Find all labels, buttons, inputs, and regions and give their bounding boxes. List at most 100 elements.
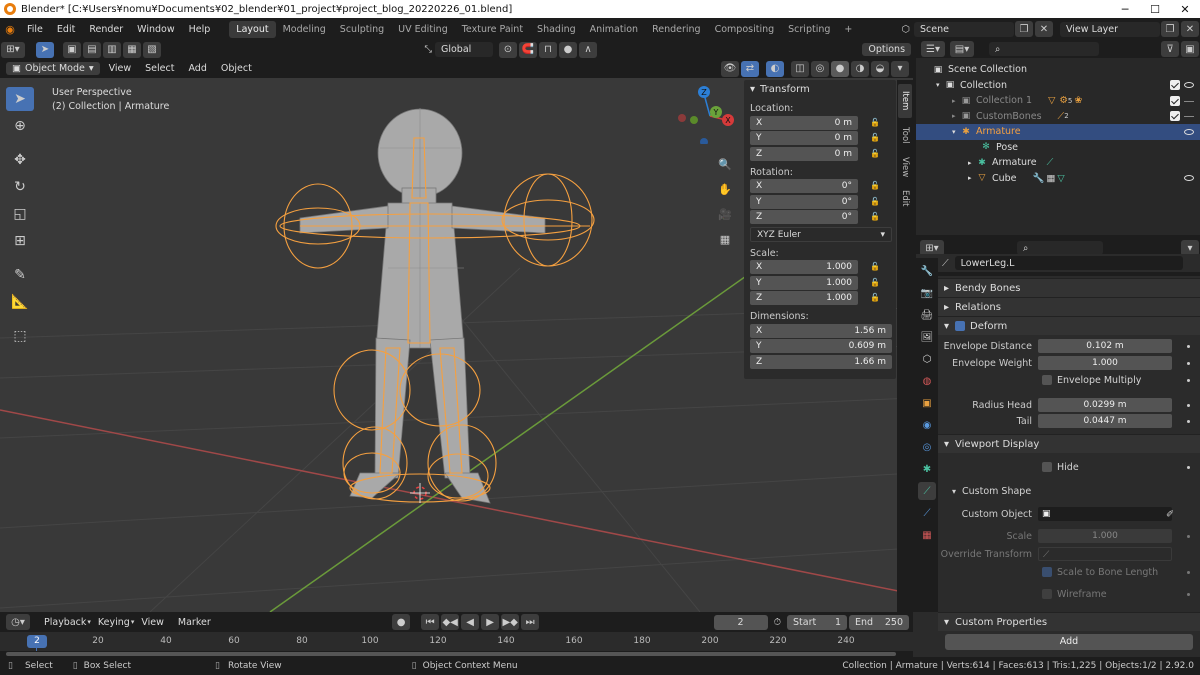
armature-data-tab-icon[interactable]: ✱ (918, 460, 936, 478)
playhead[interactable]: 2 (27, 635, 47, 648)
scale-y-field[interactable]: Y 1.000 (750, 275, 858, 290)
envelope-multiply-checkbox[interactable] (1042, 375, 1052, 385)
add-property-button[interactable]: Add (945, 634, 1193, 650)
outliner-row-armature-data[interactable]: ▸ ✱ Armature ⟋ (916, 155, 1200, 171)
outliner-row-collection-1[interactable]: ▸ ▣ Collection 1 ▽ ⚙ 5 ❀ (916, 93, 1200, 109)
lock-icon[interactable]: 🔓 (870, 293, 882, 303)
dimensions-x-field[interactable]: X 1.56 m (750, 323, 892, 338)
tool-tab-icon[interactable]: 🔧 (918, 262, 936, 280)
delete-scene-icon[interactable]: ✕ (1035, 21, 1053, 37)
minimize-button[interactable]: ─ (1110, 3, 1140, 16)
end-frame-field[interactable]: End 250 (849, 614, 909, 630)
render-tab-icon[interactable]: 📷 (918, 284, 936, 302)
exclude-checkbox[interactable] (1170, 80, 1180, 91)
properties-search-input[interactable]: ⌕ (1017, 241, 1103, 255)
new-view-layer-icon[interactable]: ❐ (1161, 21, 1179, 37)
override-transform-field[interactable]: ⟋ (1038, 547, 1172, 561)
texture-tab-icon[interactable]: ▦ (918, 526, 936, 544)
workspace-tab-scripting[interactable]: Scripting (781, 21, 837, 38)
mode-dropdown[interactable]: ▣ Object Mode ▾ (6, 62, 100, 75)
transform-orientation-dropdown[interactable]: Global (434, 42, 493, 57)
falloff-icon[interactable]: ∧ (578, 41, 597, 58)
play-reverse-icon[interactable]: ◀ (461, 614, 480, 630)
scene-tab-icon[interactable]: ⬡ (918, 350, 936, 368)
location-z-field[interactable]: Z0 m (750, 146, 858, 161)
scene-icon[interactable]: ⬡ (902, 24, 910, 35)
close-window-button[interactable]: ✕ (1170, 3, 1200, 16)
view-layer-field[interactable]: View Layer (1060, 21, 1160, 37)
view-layer-tab-icon[interactable]: 🖼 (918, 328, 936, 346)
dimensions-z-field[interactable]: Z 1.66 m (750, 354, 892, 369)
move-tool-icon[interactable]: ✥ (6, 148, 34, 172)
pan-hand-icon[interactable]: ✋ (714, 178, 736, 200)
exclude-checkbox[interactable] (1170, 111, 1180, 122)
overlay-toggle-icon[interactable]: ◐ (766, 60, 784, 77)
menu-window[interactable]: Window (130, 24, 181, 35)
scale-tool-icon[interactable]: ◱ (6, 202, 34, 226)
transform-panel-header[interactable]: ▾ Transform (744, 80, 896, 98)
viewport-menu-add[interactable]: Add (181, 63, 213, 74)
workspace-tab-sculpting[interactable]: Sculpting (333, 21, 391, 38)
tab-item[interactable]: Item (898, 84, 912, 118)
section-custom-properties[interactable]: ▾ Custom Properties (938, 612, 1200, 631)
rotate-tool-icon[interactable]: ↻ (6, 175, 34, 199)
shape-scale-field[interactable]: 1.000 (1038, 529, 1172, 543)
tab-edit[interactable]: Edit (898, 184, 912, 212)
rotation-y-field[interactable]: Y 0° (750, 194, 858, 209)
timeline[interactable]: 2 20 40 60 80 100 120 140 160 180 200 220 240 (0, 632, 913, 657)
proportional-edit-icon[interactable]: ● (558, 41, 577, 58)
ortho-grid-icon[interactable]: ▦ (714, 228, 736, 250)
editor-type-icon[interactable]: ⊞▾ (1, 41, 25, 58)
visibility-icon[interactable]: 👁 (721, 60, 739, 77)
gizmo-toggle-icon[interactable]: ⇄ (741, 60, 759, 77)
select-mode-intersect-icon[interactable]: ▧ (143, 41, 161, 58)
measure-tool-icon[interactable]: 📐 (6, 290, 34, 314)
visibility-eye-icon[interactable] (1184, 82, 1194, 89)
annotate-tool-icon[interactable]: ✎ (6, 263, 34, 287)
rotation-z-field[interactable]: Z 0° (750, 210, 858, 225)
viewport-menu-select[interactable]: Select (138, 63, 181, 74)
lock-icon[interactable]: 🔓 (870, 212, 882, 222)
section-relations[interactable]: ▸ Relations (938, 297, 1200, 316)
start-frame-field[interactable]: Start 1 (787, 614, 847, 630)
xray-toggle-icon[interactable]: ◫ (791, 60, 809, 77)
world-tab-icon[interactable]: ◍ (918, 372, 936, 390)
visibility-eye-icon[interactable] (1184, 128, 1194, 135)
navigation-gizmo[interactable]: Z X Y (672, 84, 742, 144)
timeline-editor-type-icon[interactable]: ◷▾ (6, 614, 30, 630)
shading-solid-icon[interactable]: ● (831, 60, 849, 77)
outliner-row-custombones[interactable]: ▸ ▣ CustomBones ⟋ 2 (916, 109, 1200, 125)
viewport-menu-view[interactable]: View (102, 63, 139, 74)
scale-x-field[interactable]: X 1.000 (750, 260, 858, 275)
timeline-menu-playback[interactable]: Playback (37, 617, 93, 628)
hidden-eye-icon[interactable] (1184, 115, 1194, 118)
envelope-distance-field[interactable]: 0.102 m (1038, 339, 1172, 353)
select-mode-new-icon[interactable]: ▣ (63, 41, 81, 58)
next-keyframe-icon[interactable]: ▶◆ (501, 614, 520, 630)
transform-tool-icon[interactable]: ⊞ (6, 229, 34, 253)
workspace-tab-animation[interactable]: Animation (583, 21, 645, 38)
hide-checkbox[interactable] (1042, 462, 1052, 472)
custom-object-field[interactable]: ▣ (1038, 507, 1172, 521)
tab-view[interactable]: View (898, 152, 912, 182)
section-deform[interactable]: ▾ Deform (938, 316, 1200, 335)
shading-options-icon[interactable]: ▾ (891, 60, 909, 77)
object-tab-icon[interactable]: ▣ (918, 394, 936, 412)
outliner-row-scene-collection[interactable]: ▣ Scene Collection (916, 62, 1200, 78)
eyedropper-icon[interactable]: ✐ (1166, 509, 1174, 520)
tab-tool[interactable]: Tool (898, 120, 912, 150)
lock-icon[interactable]: 🔓 (870, 118, 882, 128)
menu-help[interactable]: Help (182, 24, 218, 35)
select-tool-icon[interactable]: ➤ (36, 41, 54, 58)
new-scene-icon[interactable]: ❐ (1015, 21, 1033, 37)
shading-rendered-icon[interactable]: ◒ (871, 60, 889, 77)
new-collection-icon[interactable]: ▣ (1181, 41, 1199, 57)
section-bendy-bones[interactable]: ▸ Bendy Bones (938, 278, 1200, 297)
envelope-weight-field[interactable]: 1.000 (1038, 356, 1172, 370)
lock-icon[interactable]: 🔓 (870, 133, 882, 143)
viewport-menu-object[interactable]: Object (214, 63, 259, 74)
shading-wireframe-icon[interactable]: ◎ (811, 60, 829, 77)
dimensions-y-field[interactable]: Y 0.609 m (750, 339, 892, 354)
workspace-tab-rendering[interactable]: Rendering (645, 21, 708, 38)
pivot-point-icon[interactable]: ⊙ (498, 41, 517, 58)
